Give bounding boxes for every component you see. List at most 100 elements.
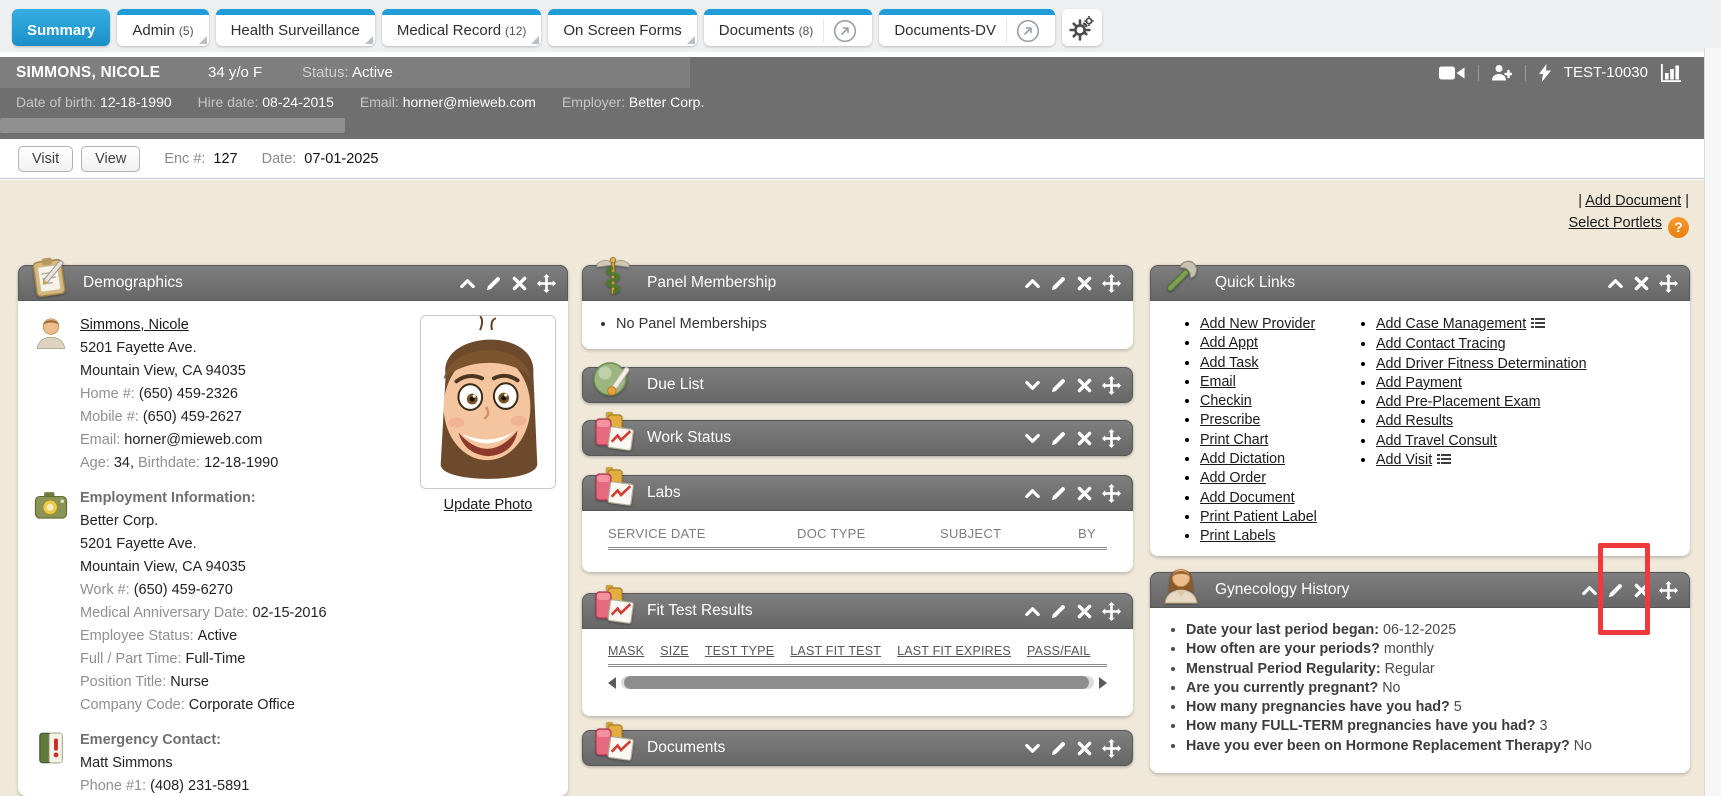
vertical-scrollbar[interactable] xyxy=(1704,48,1721,796)
update-photo-link[interactable]: Update Photo xyxy=(420,497,556,513)
tab-fold-corner xyxy=(365,36,373,44)
collapse-icon[interactable] xyxy=(1024,275,1041,292)
open-new-window-icon[interactable] xyxy=(1006,19,1040,43)
scroll-left-arrow[interactable] xyxy=(608,677,616,689)
open-new-window-icon[interactable] xyxy=(823,19,857,43)
portlet-header[interactable]: Due List xyxy=(582,367,1133,403)
tab[interactable]: Documents-DV xyxy=(879,9,1055,46)
move-icon[interactable] xyxy=(1102,484,1121,503)
settings-gear-button[interactable] xyxy=(1062,9,1102,46)
expand-icon[interactable] xyxy=(1024,430,1041,447)
table-view-icon[interactable] xyxy=(1437,452,1451,471)
sortable-column-header[interactable]: TEST TYPE xyxy=(705,644,774,658)
edit-icon[interactable] xyxy=(1050,603,1067,620)
close-icon[interactable] xyxy=(1076,603,1093,620)
edit-icon[interactable] xyxy=(1050,740,1067,757)
scroll-thumb[interactable] xyxy=(0,118,345,133)
collapse-icon[interactable] xyxy=(1024,603,1041,620)
quick-link[interactable]: Add Contact Tracing xyxy=(1376,336,1506,352)
tab[interactable]: Admin (5) xyxy=(117,9,208,46)
quick-link[interactable]: Add Order xyxy=(1200,470,1266,486)
portlet-header[interactable]: Labs xyxy=(582,475,1133,511)
bar-chart-icon[interactable] xyxy=(1661,64,1682,82)
tab[interactable]: Documents (8) xyxy=(704,9,873,46)
sortable-column-header[interactable]: PASS/FAIL xyxy=(1027,644,1090,658)
quick-link[interactable]: Add Travel Consult xyxy=(1376,433,1497,449)
quick-link[interactable]: Add New Provider xyxy=(1200,316,1315,332)
close-icon[interactable] xyxy=(511,275,528,292)
portlet-header[interactable]: Fit Test Results xyxy=(582,593,1133,629)
collapse-icon[interactable] xyxy=(1024,485,1041,502)
quick-link[interactable]: Add Driver Fitness Determination xyxy=(1376,356,1587,372)
quick-link[interactable]: Add Pre-Placement Exam xyxy=(1376,394,1540,410)
portlet-header[interactable]: Panel Membership xyxy=(582,265,1133,301)
add-document-link[interactable]: Add Document xyxy=(1585,193,1681,209)
move-icon[interactable] xyxy=(1102,274,1121,293)
quick-link[interactable]: Print Patient Label xyxy=(1200,509,1317,525)
edit-icon[interactable] xyxy=(485,275,502,292)
portlet-header[interactable]: Quick Links xyxy=(1150,265,1690,301)
select-portlets-link[interactable]: Select Portlets xyxy=(1569,215,1663,231)
horizontal-scrollbar[interactable] xyxy=(608,676,1107,689)
video-call-icon[interactable] xyxy=(1439,65,1465,81)
visit-button[interactable]: Visit xyxy=(18,146,73,172)
tab[interactable]: Medical Record (12) xyxy=(382,9,542,46)
collapse-icon[interactable] xyxy=(1607,275,1624,292)
sortable-column-header[interactable]: MASK xyxy=(608,644,644,658)
sortable-column-header[interactable]: LAST FIT TEST xyxy=(790,644,881,658)
close-icon[interactable] xyxy=(1633,275,1650,292)
date-value: 07-01-2025 xyxy=(304,151,378,167)
quick-link[interactable]: Add Case Management xyxy=(1376,316,1526,332)
lightning-bolt-icon[interactable] xyxy=(1539,64,1551,82)
patient-name-link[interactable]: Simmons, Nicole xyxy=(80,317,189,333)
tab-summary[interactable]: Summary xyxy=(12,9,110,46)
move-icon[interactable] xyxy=(1659,581,1678,600)
sortable-column-header[interactable]: LAST FIT EXPIRES xyxy=(897,644,1011,658)
edit-icon[interactable] xyxy=(1050,430,1067,447)
quick-link[interactable]: Add Document xyxy=(1200,490,1295,506)
help-icon[interactable]: ? xyxy=(1668,217,1689,238)
table-view-icon[interactable] xyxy=(1531,316,1545,335)
quick-link[interactable]: Add Results xyxy=(1376,413,1453,429)
quick-link[interactable]: Prescribe xyxy=(1200,412,1260,428)
scroll-right-arrow[interactable] xyxy=(1099,677,1107,689)
quick-link[interactable]: Checkin xyxy=(1200,393,1252,409)
close-icon[interactable] xyxy=(1076,430,1093,447)
move-icon[interactable] xyxy=(1102,376,1121,395)
scrollbar-thumb[interactable] xyxy=(624,676,1089,689)
view-button[interactable]: View xyxy=(81,146,140,172)
close-icon[interactable] xyxy=(1076,485,1093,502)
scrollbar-track[interactable] xyxy=(621,676,1094,689)
move-icon[interactable] xyxy=(1102,739,1121,758)
tab[interactable]: On Screen Forms xyxy=(548,9,696,46)
move-icon[interactable] xyxy=(1102,602,1121,621)
quick-link[interactable]: Print Labels xyxy=(1200,528,1276,544)
edit-icon[interactable] xyxy=(1050,485,1067,502)
add-user-icon[interactable] xyxy=(1492,64,1512,81)
quick-link[interactable]: Add Payment xyxy=(1376,375,1462,391)
edit-icon[interactable] xyxy=(1050,275,1067,292)
close-icon[interactable] xyxy=(1076,275,1093,292)
portlet-header[interactable]: Demographics xyxy=(18,265,568,301)
collapse-icon[interactable] xyxy=(1581,582,1598,599)
collapse-icon[interactable] xyxy=(459,275,476,292)
move-icon[interactable] xyxy=(537,274,556,293)
quick-link[interactable]: Add Visit xyxy=(1376,452,1432,468)
move-icon[interactable] xyxy=(1102,429,1121,448)
portlet-header[interactable]: Work Status xyxy=(582,420,1133,456)
tab[interactable]: Health Surveillance xyxy=(216,9,375,46)
quick-link[interactable]: Add Appt xyxy=(1200,335,1258,351)
sortable-column-header[interactable]: SIZE xyxy=(660,644,689,658)
close-icon[interactable] xyxy=(1076,377,1093,394)
move-icon[interactable] xyxy=(1659,274,1678,293)
quick-link[interactable]: Add Task xyxy=(1200,355,1259,371)
close-icon[interactable] xyxy=(1076,740,1093,757)
quick-link[interactable]: Email xyxy=(1200,374,1236,390)
quick-link[interactable]: Add Dictation xyxy=(1200,451,1285,467)
employment-line: Company Code:Corporate Office xyxy=(80,694,410,717)
edit-icon[interactable] xyxy=(1050,377,1067,394)
portlet-header[interactable]: Documents xyxy=(582,730,1133,766)
quick-link[interactable]: Print Chart xyxy=(1200,432,1268,448)
expand-icon[interactable] xyxy=(1024,377,1041,394)
expand-icon[interactable] xyxy=(1024,740,1041,757)
